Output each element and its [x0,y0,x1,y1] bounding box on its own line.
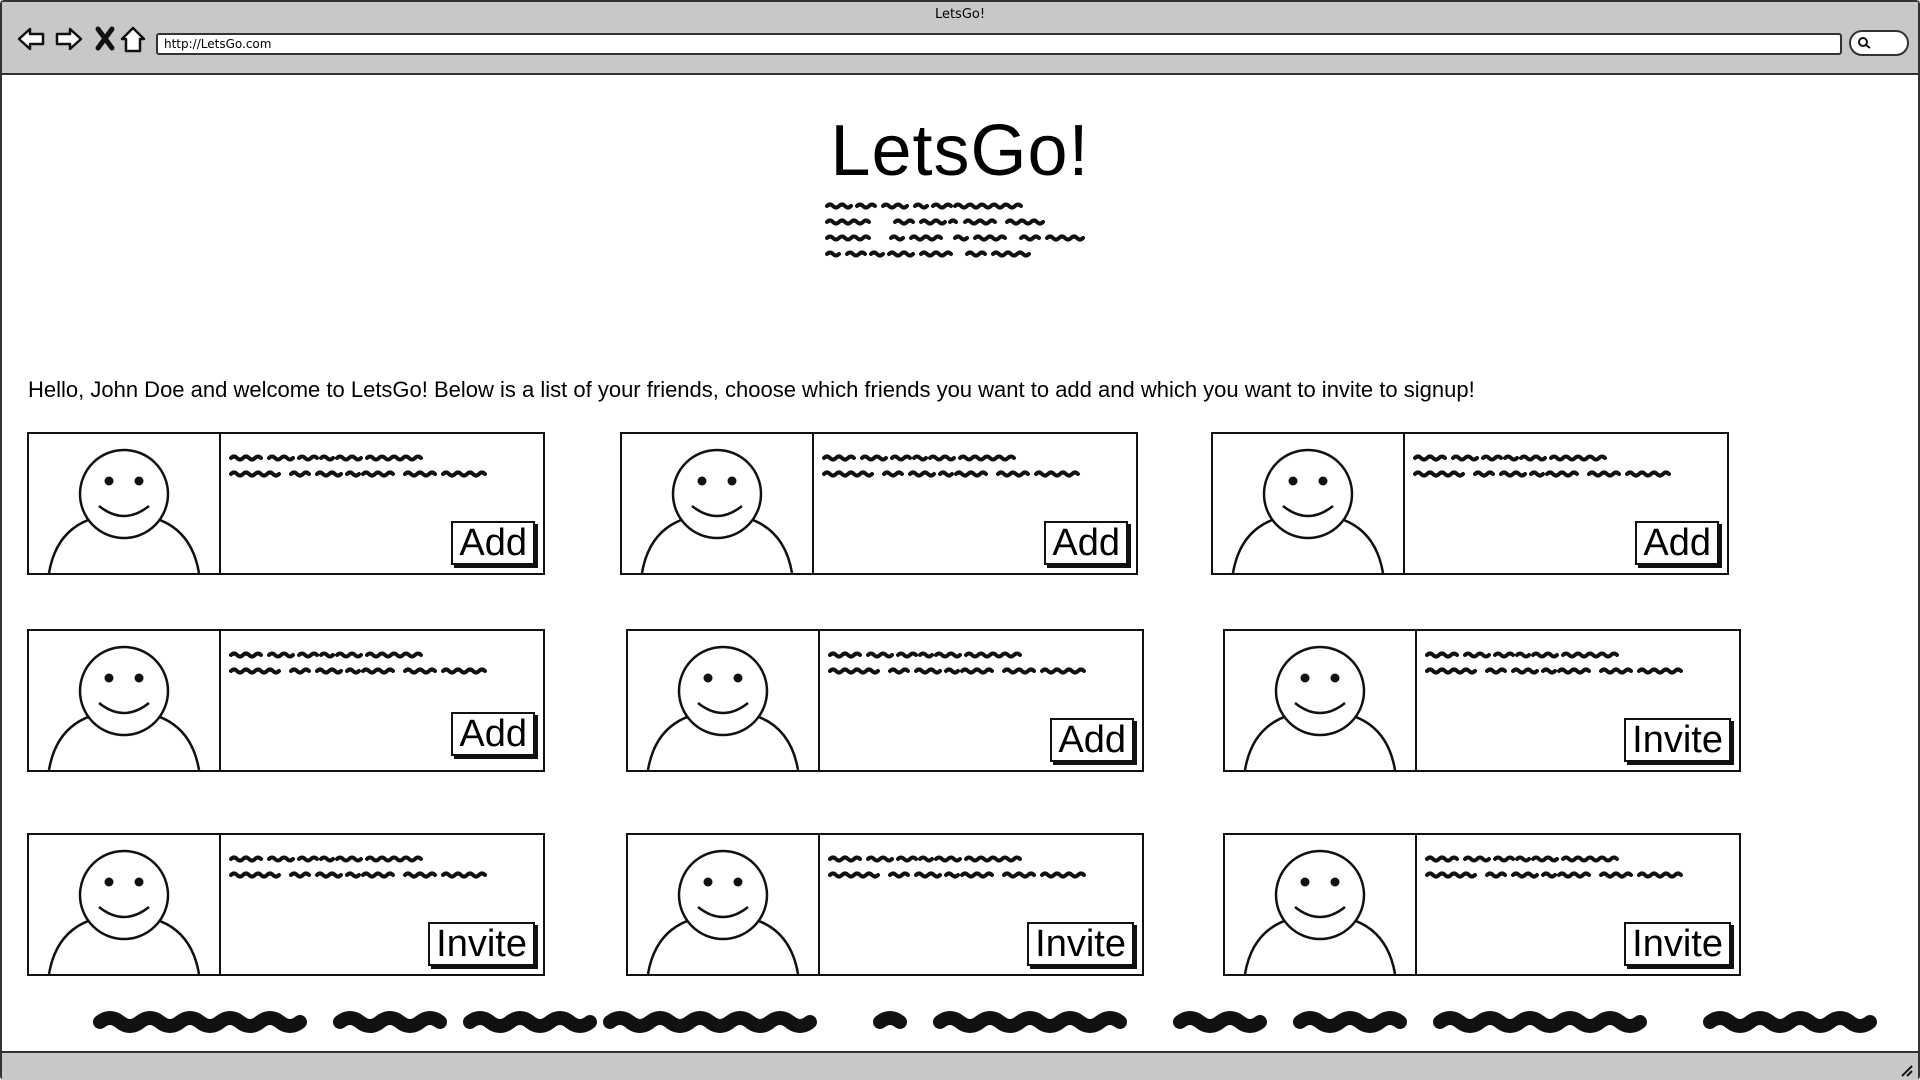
intro-placeholder-text [825,202,1085,258]
site-logo: LetsGo! [830,111,1090,191]
friend-description-placeholder [828,651,1086,675]
user-avatar-icon [1231,448,1385,573]
resize-handle-icon[interactable] [1898,1062,1914,1078]
user-avatar-icon [1243,645,1397,770]
address-bar[interactable]: http://LetsGo.com [156,33,1842,55]
friend-card: Add [626,629,1144,772]
user-avatar-icon [47,849,201,974]
home-icon[interactable] [118,24,148,54]
avatar [1213,434,1405,573]
friend-card: Invite [1223,629,1741,772]
add-friend-button[interactable]: Add [1635,521,1719,565]
friend-description-placeholder [229,855,487,879]
friend-card: Add [1211,432,1729,575]
friend-description-placeholder [1425,855,1683,879]
friend-card: Invite [1223,833,1741,976]
user-avatar-icon [1243,849,1397,974]
browser-window: LetsGo! http://LetsGo.com LetsGo! Hello,… [0,0,1920,1080]
welcome-message: Hello, John Doe and welcome to LetsGo! B… [28,377,1475,402]
avatar [29,631,221,770]
forward-arrow-icon[interactable] [54,24,84,54]
window-title: LetsGo! [934,7,986,22]
friend-card: Add [27,432,545,575]
avatar [1225,631,1417,770]
invite-friend-button[interactable]: Invite [1027,922,1134,966]
user-avatar-icon [640,448,794,573]
friend-description-placeholder [1413,454,1671,478]
user-avatar-icon [47,448,201,573]
search-icon [1858,37,1871,49]
friend-description-placeholder [1425,651,1683,675]
friend-card: Invite [626,833,1144,976]
add-friend-button[interactable]: Add [1044,521,1128,565]
avatar [29,835,221,974]
invite-friend-button[interactable]: Invite [428,922,535,966]
invite-friend-button[interactable]: Invite [1624,718,1731,762]
user-avatar-icon [646,849,800,974]
avatar [622,434,814,573]
user-avatar-icon [646,645,800,770]
avatar [29,434,221,573]
avatar [628,631,820,770]
friend-description-placeholder [229,651,487,675]
friend-description-placeholder [822,454,1080,478]
invite-friend-button[interactable]: Invite [1624,922,1731,966]
user-avatar-icon [47,645,201,770]
add-friend-button[interactable]: Add [451,712,535,756]
friend-description-placeholder [229,454,487,478]
add-friend-button[interactable]: Add [451,521,535,565]
add-friend-button[interactable]: Add [1050,718,1134,762]
avatar [628,835,820,974]
friend-card: Add [620,432,1138,575]
back-arrow-icon[interactable] [16,24,46,54]
status-bar [2,1051,1918,1080]
friend-description-placeholder [828,855,1086,879]
friend-card: Add [27,629,545,772]
friend-card: Invite [27,833,545,976]
footer-placeholder-text [93,1011,1877,1033]
search-field[interactable] [1849,30,1909,56]
browser-chrome: LetsGo! http://LetsGo.com [2,2,1918,75]
avatar [1225,835,1417,974]
